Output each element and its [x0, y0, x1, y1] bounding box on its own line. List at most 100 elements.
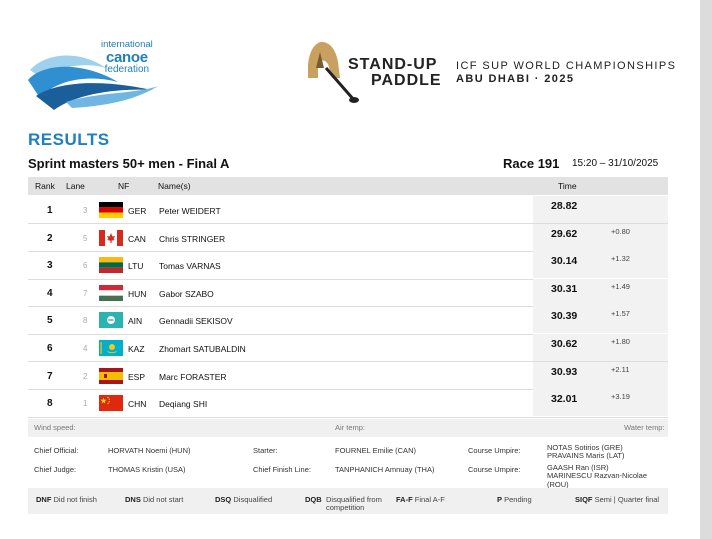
- legend-code-dsq: DSQ: [215, 495, 232, 504]
- chief-official-label: Chief Official:: [34, 446, 79, 455]
- col-time: Time: [558, 181, 577, 191]
- col-name: Name(s): [158, 181, 191, 191]
- col-lane: Lane: [66, 181, 85, 191]
- legend-code-dns: DNS: [125, 495, 141, 504]
- legend-text-faf: Final A-F: [414, 495, 445, 504]
- weather-bar: Wind speed: Air temp: Water temp:: [28, 419, 668, 437]
- row-athlete-name: Deqiang SHI: [159, 399, 208, 410]
- flag-hun-icon: [99, 284, 123, 301]
- row-time: 30.14: [551, 255, 578, 268]
- chief-finish-line-label: Chief Finish Line:: [253, 465, 311, 474]
- flag-ger-icon: [99, 202, 123, 218]
- water-temp-label: Water temp:: [624, 423, 665, 432]
- row-time: 30.31: [551, 282, 578, 295]
- starter-label: Starter:: [253, 446, 278, 455]
- officials-block: Chief Official: HORVATH Noemi (HUN) Star…: [28, 440, 668, 489]
- table-row: 8 1 CHN Deqiang SHI 32.01 +3.19: [28, 389, 668, 418]
- row-rank: 8: [47, 398, 53, 410]
- row-time: 30.93: [551, 365, 578, 378]
- row-athlete-name: Gabor SZABO: [159, 288, 214, 299]
- row-nf: GER: [128, 206, 147, 216]
- row-athlete-name: Gennadii SEKISOV: [159, 316, 233, 327]
- row-rank: 4: [47, 287, 53, 299]
- table-row: 6 4 KAZ Zhomart SATUBALDIN 30.62 +1.80: [28, 334, 668, 363]
- table-row: 3 6 LTU Tomas VARNAS 30.14 +1.32: [28, 251, 668, 280]
- row-athlete-name: Chris STRINGER: [159, 233, 226, 244]
- flag-kaz-icon: [99, 340, 123, 356]
- legend-text-dns: Did not start: [142, 495, 184, 504]
- row-lane: 2: [83, 371, 88, 381]
- row-athlete-name: Tomas VARNAS: [159, 261, 221, 272]
- legend-text-dnf: Did not finish: [53, 495, 97, 504]
- table-row: 4 7 HUN Gabor SZABO 30.31 +1.49: [28, 278, 668, 308]
- results-title: RESULTS: [28, 130, 110, 149]
- course-umpire-value-2b: MARINESCU Razvan-Nicolae (ROU): [547, 471, 648, 489]
- chief-judge-value: THOMAS Kristin (USA): [108, 465, 186, 474]
- event-title: Sprint masters 50+ men - Final A: [28, 156, 230, 171]
- row-rank: 2: [47, 232, 53, 244]
- flag-ain-icon: [99, 312, 123, 329]
- table-row: 7 2 ESP Marc FORASTER 30.93 +2.11: [28, 361, 668, 390]
- row-nf: KAZ: [128, 344, 145, 354]
- legend-code-p: P: [497, 495, 503, 504]
- course-umpire-label-2: Course Umpire:: [468, 465, 521, 474]
- row-athlete-name: Marc FORASTER: [159, 371, 227, 382]
- legend-code-dnf: DNF: [36, 495, 52, 504]
- legend-code-siqf: SIQF: [575, 495, 593, 504]
- row-time-diff: +1.80: [611, 337, 630, 346]
- row-athlete-name: Peter WEIDERT: [159, 206, 221, 216]
- page-edge-shadow: [700, 0, 712, 539]
- icf-wordmark: international canoe federation: [101, 40, 153, 75]
- race-time: 15:20 – 31/10/2025: [572, 158, 659, 169]
- flag-esp-icon: [99, 367, 123, 384]
- row-lane: 3: [83, 206, 88, 215]
- race-number: Race 191: [503, 156, 560, 171]
- row-time: 30.62: [551, 338, 578, 350]
- course-umpire-label-1: Course Umpire:: [468, 446, 521, 455]
- chief-finish-line-value: TANPHANICH Amnuay (THA): [335, 465, 435, 474]
- abbreviation-legend: DNF Did not finish DNS Did not start DSQ…: [28, 488, 668, 514]
- icf-line3: federation: [104, 63, 150, 75]
- row-nf: HUN: [128, 288, 147, 299]
- row-rank: 3: [47, 260, 53, 272]
- table-row: 2 5 CAN Chris STRINGER 29.62 +0.80: [28, 223, 668, 252]
- row-time-diff: +0.80: [611, 226, 630, 236]
- row-time: 30.39: [551, 310, 578, 323]
- icf-line2: canoe: [105, 48, 148, 66]
- row-lane: 6: [83, 261, 88, 271]
- row-time: 32.01: [551, 393, 578, 406]
- row-athlete-name: Zhomart SATUBALDIN: [159, 344, 246, 354]
- results-sheet: international canoe federation STAND-UP …: [0, 0, 700, 539]
- row-time-diff: +1.57: [611, 309, 630, 319]
- table-row: 5 8 AIN Gennadii SEKISOV 30.39 +1.57: [28, 306, 668, 335]
- legend-code-dqb: DQB: [305, 495, 322, 504]
- row-nf: LTU: [128, 261, 144, 272]
- legend-text-dqb-2: competition: [326, 503, 365, 512]
- row-time-diff: +1.32: [611, 254, 630, 264]
- chief-judge-label: Chief Judge:: [34, 465, 77, 474]
- row-lane: 5: [83, 233, 88, 243]
- legend-text-dsq: Disqualified: [233, 495, 273, 504]
- row-time-diff: +1.49: [611, 281, 630, 291]
- wind-speed-label: Wind speed:: [34, 423, 76, 432]
- flag-can-icon: [99, 229, 123, 246]
- table-row: 1 3 GER Peter WEIDERT 28.82: [28, 196, 668, 225]
- flag-ltu-icon: [99, 257, 123, 274]
- row-rank: 1: [47, 205, 53, 216]
- chief-official-value: HORVATH Noemi (HUN): [108, 446, 191, 455]
- course-umpire-value-1b: PRAVAINS Maris (LAT): [547, 451, 625, 460]
- row-rank: 6: [47, 343, 53, 354]
- sup-word-paddle: PADDLE: [371, 72, 442, 89]
- flag-chn-icon: [99, 395, 123, 412]
- legend-text-siqf: Semi | Quarter final: [594, 495, 660, 504]
- row-rank: 5: [47, 315, 53, 327]
- row-nf: CHN: [128, 399, 147, 410]
- row-time-diff: +2.11: [611, 364, 630, 374]
- row-lane: 4: [83, 344, 88, 353]
- legend-code-faf: FA-F: [396, 495, 413, 504]
- row-nf: AIN: [128, 316, 143, 327]
- row-time-diff: +3.19: [611, 392, 630, 402]
- starter-value: FOURNEL Emilie (CAN): [335, 446, 416, 455]
- row-time: 29.62: [551, 227, 578, 240]
- air-temp-label: Air temp:: [335, 423, 366, 432]
